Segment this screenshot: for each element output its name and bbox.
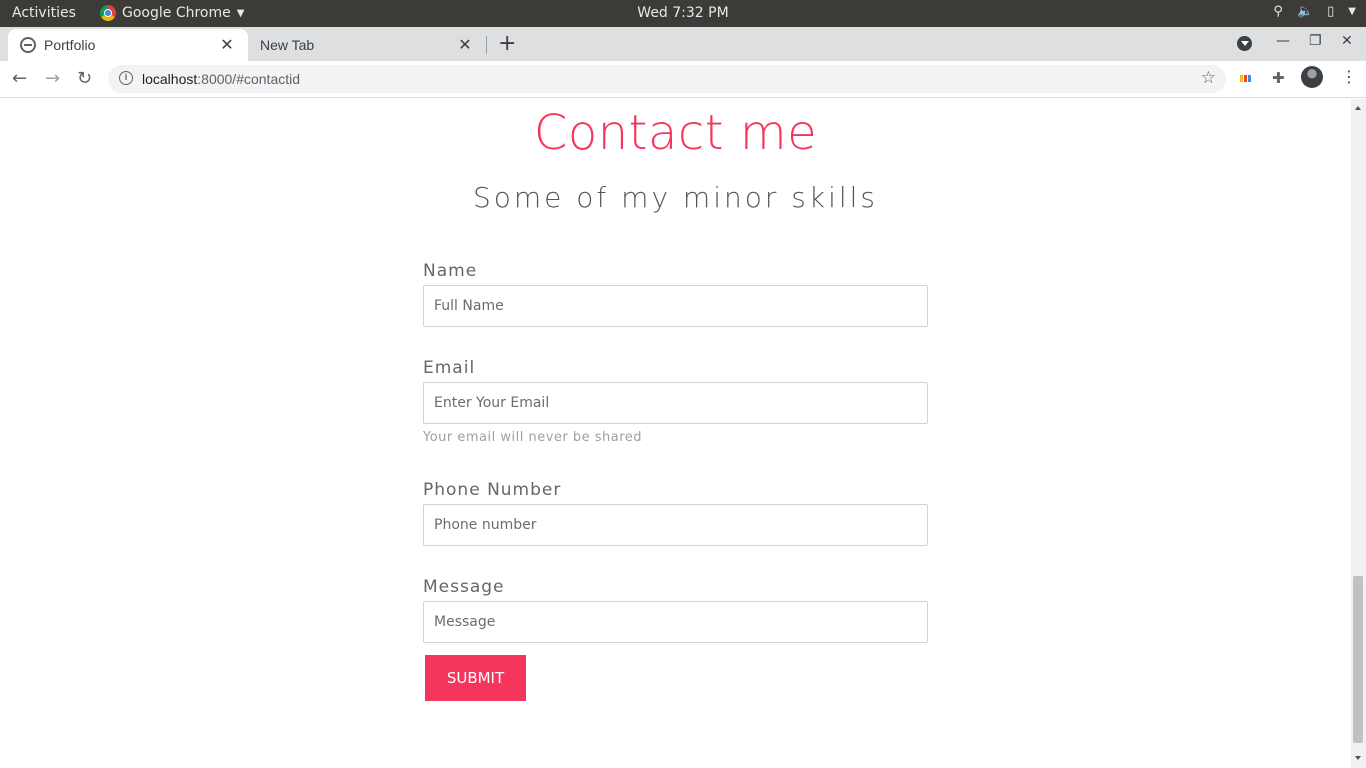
tab-search-icon[interactable] (1237, 36, 1252, 51)
page-content: Contact me Some of my minor skills Name … (0, 99, 1351, 768)
forward-icon[interactable]: → (45, 68, 60, 89)
tab-new-tab[interactable]: New Tab ✕ (248, 29, 486, 61)
submit-button[interactable]: SUBMIT (425, 655, 526, 701)
system-tray[interactable]: ⚲ 🔈 ▯ ▼ (1273, 4, 1356, 19)
name-label: Name (423, 261, 478, 281)
network-icon: ⚲ (1273, 4, 1283, 19)
message-input[interactable] (423, 601, 928, 643)
volume-icon: 🔈 (1296, 4, 1314, 19)
chrome-icon (100, 5, 116, 21)
page-title: Contact me (533, 105, 818, 161)
message-label: Message (423, 577, 505, 597)
minimize-icon[interactable]: — (1276, 33, 1290, 49)
tab-title: Portfolio (44, 37, 96, 53)
url-path: :8000/#contactid (197, 71, 301, 87)
back-icon[interactable]: ← (12, 68, 27, 89)
chevron-down-icon: ▼ (1348, 6, 1356, 17)
tab-title: New Tab (260, 37, 315, 53)
new-tab-button[interactable]: + (498, 31, 516, 56)
url-text[interactable]: localhost:8000/#contactid (142, 71, 300, 87)
menu-icon[interactable]: ⋮ (1341, 67, 1357, 86)
close-icon[interactable]: ✕ (218, 35, 236, 55)
app-menu[interactable]: Google Chrome ▼ (100, 5, 244, 21)
browser-toolbar: ← → ↻ i localhost:8000/#contactid ☆ ✚ ⋮ (0, 61, 1366, 98)
system-top-bar: Activities Google Chrome ▼ Wed 7:32 PM ⚲… (0, 0, 1366, 27)
reload-icon[interactable]: ↻ (77, 68, 92, 89)
name-input[interactable] (423, 285, 928, 327)
phone-label: Phone Number (423, 480, 562, 500)
email-input[interactable] (423, 382, 928, 424)
page-subtitle: Some of my minor skills (472, 181, 878, 214)
avatar[interactable] (1301, 66, 1323, 88)
info-icon[interactable]: i (119, 71, 133, 85)
close-icon[interactable]: ✕ (456, 35, 474, 55)
extension-icon[interactable] (1240, 75, 1251, 82)
url-host: localhost (142, 71, 198, 87)
tab-strip: Portfolio ✕ New Tab ✕ (0, 27, 1366, 61)
chevron-down-icon: ▼ (236, 7, 245, 19)
star-icon[interactable]: ☆ (1201, 68, 1216, 88)
tab-portfolio[interactable]: Portfolio ✕ (8, 29, 248, 61)
scroll-thumb[interactable] (1353, 576, 1363, 743)
phone-input[interactable] (423, 504, 928, 546)
restore-icon[interactable]: ❐ (1309, 33, 1322, 49)
close-window-icon[interactable]: ✕ (1341, 33, 1353, 49)
tab-separator (486, 36, 487, 54)
address-bar[interactable]: i localhost:8000/#contactid ☆ (108, 65, 1226, 93)
scrollbar[interactable] (1351, 99, 1366, 768)
activities-button[interactable]: Activities (12, 5, 76, 21)
extensions-icon[interactable]: ✚ (1272, 69, 1285, 87)
email-help-text: Your email will never be shared (423, 430, 643, 445)
app-menu-label: Google Chrome (122, 5, 231, 21)
email-label: Email (423, 358, 476, 378)
scroll-up-icon[interactable] (1355, 103, 1361, 110)
battery-icon: ▯ (1327, 4, 1335, 19)
globe-icon (20, 37, 36, 53)
scroll-down-icon[interactable] (1355, 756, 1361, 763)
